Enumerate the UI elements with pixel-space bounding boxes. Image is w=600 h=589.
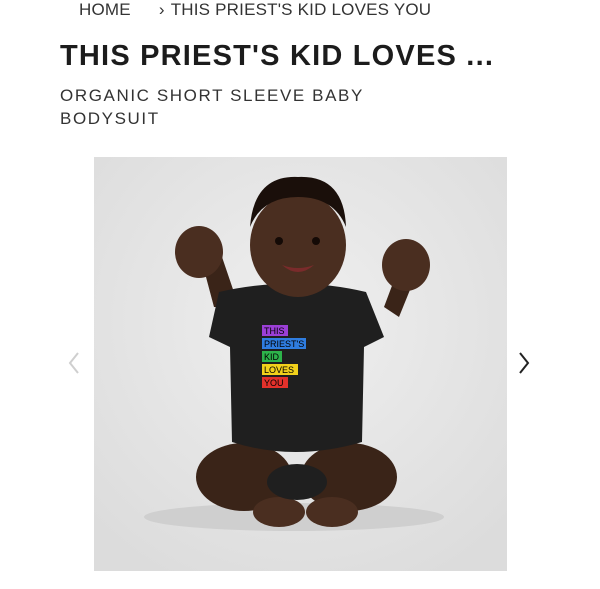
chevron-left-icon <box>68 352 79 374</box>
breadcrumb: HOME › THIS PRIEST'S KID LOVES YOU <box>79 0 431 20</box>
gallery-prev-button[interactable] <box>64 348 84 378</box>
breadcrumb-current: THIS PRIEST'S KID LOVES YOU <box>170 0 432 19</box>
breadcrumb-home-link[interactable]: HOME <box>79 0 131 20</box>
svg-text:KID: KID <box>264 352 280 362</box>
svg-text:PRIEST'S: PRIEST'S <box>264 339 304 349</box>
chevron-right-icon: › <box>158 0 165 19</box>
svg-text:LOVES: LOVES <box>264 365 294 375</box>
product-subtitle: ORGANIC SHORT SLEEVE BABY BODYSUIT <box>60 86 364 128</box>
svg-text:THIS: THIS <box>264 326 285 336</box>
product-title: THIS PRIEST'S KID LOVES ... <box>60 40 495 72</box>
gallery-next-button[interactable] <box>514 348 534 378</box>
svg-text:YOU: YOU <box>264 378 284 388</box>
product-image[interactable]: THIS PRIEST'S KID LOVES YOU <box>94 157 507 571</box>
chevron-right-icon <box>519 352 530 374</box>
baby-bodysuit-photo: THIS PRIEST'S KID LOVES YOU <box>94 157 507 571</box>
